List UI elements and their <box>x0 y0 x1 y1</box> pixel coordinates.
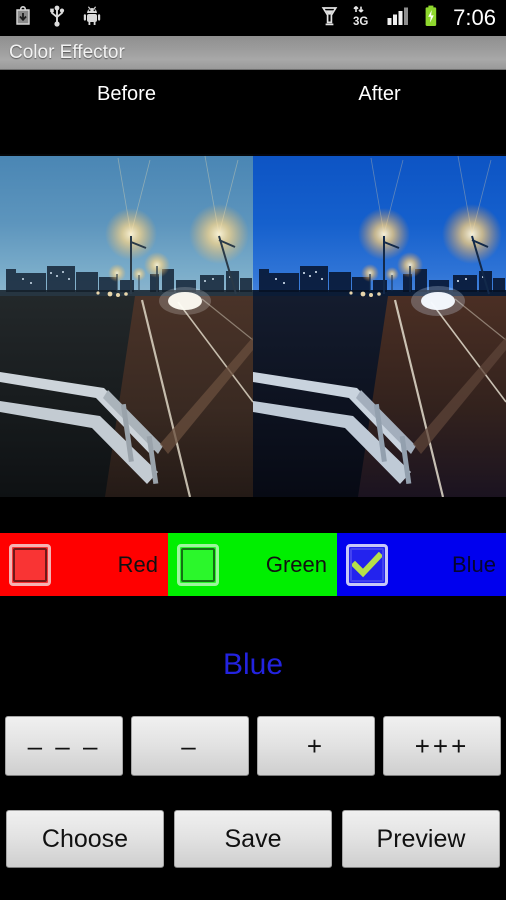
usb-icon <box>48 5 66 32</box>
preview-labels-row: Before After <box>0 71 506 154</box>
before-image[interactable] <box>0 154 253 497</box>
channel-label-blue: Blue <box>451 551 496 577</box>
before-label: Before <box>97 83 156 105</box>
network-3g-icon: 3G <box>352 5 374 32</box>
status-bar-right-icons: 3G 7:06 <box>320 5 496 32</box>
preview-button[interactable]: Preview <box>342 810 500 868</box>
signal-bars-icon <box>387 6 411 31</box>
channel-toggle-red[interactable]: Red <box>0 533 168 596</box>
checkbox-red[interactable] <box>9 543 51 586</box>
app-title: Color Effector <box>9 41 125 63</box>
selected-channel-label: Blue <box>222 648 284 681</box>
status-bar-left-icons <box>14 5 102 32</box>
checkbox-green[interactable] <box>177 543 219 586</box>
android-debug-icon <box>82 5 102 31</box>
app-title-bar: Color Effector <box>0 36 506 70</box>
channel-label-red: Red <box>117 551 158 577</box>
channel-label-green: Green <box>265 551 327 577</box>
channel-toggle-green[interactable]: Green <box>168 533 337 596</box>
checkbox-green-inner <box>181 547 215 582</box>
checkbox-red-inner <box>13 547 47 582</box>
action-button-row: Choose Save Preview <box>0 810 506 868</box>
battery-charging-icon <box>424 5 438 32</box>
download-icon <box>14 5 32 31</box>
choose-button[interactable]: Choose <box>6 810 164 868</box>
alarm-icon <box>320 5 339 32</box>
check-icon <box>349 547 385 583</box>
after-image[interactable] <box>253 154 506 497</box>
save-button[interactable]: Save <box>174 810 332 868</box>
decrease-large-button[interactable]: – – – <box>5 716 123 776</box>
image-comparison-area <box>0 154 506 497</box>
channel-toggle-blue[interactable]: Blue <box>337 533 506 596</box>
rgb-channel-row: Red Green Blue <box>0 533 506 596</box>
svg-text:3G: 3G <box>353 16 368 27</box>
adjust-button-row: – – – – + +++ <box>0 716 506 776</box>
checkbox-blue[interactable] <box>346 543 388 586</box>
status-bar-clock: 7:06 <box>453 4 496 30</box>
after-label: After <box>358 83 401 105</box>
increase-small-button[interactable]: + <box>257 716 375 776</box>
decrease-small-button[interactable]: – <box>131 716 249 776</box>
status-bar: 3G 7:06 <box>0 0 506 36</box>
increase-large-button[interactable]: +++ <box>383 716 501 776</box>
